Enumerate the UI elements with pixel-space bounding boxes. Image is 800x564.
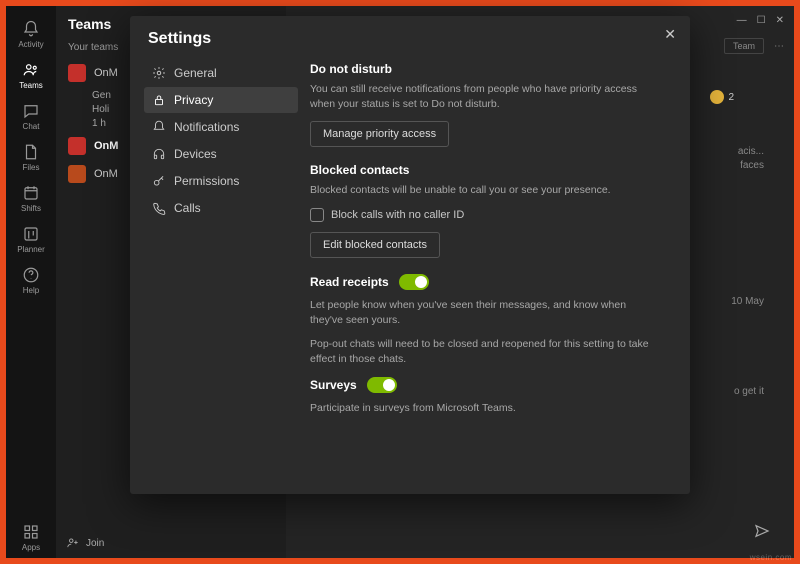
nav-label: General bbox=[174, 66, 217, 80]
dnd-desc: You can still receive notifications from… bbox=[310, 82, 650, 111]
chat-date: 10 May bbox=[731, 296, 764, 307]
settings-title: Settings bbox=[144, 30, 298, 48]
team-avatar bbox=[68, 165, 86, 183]
rail-files[interactable]: Files bbox=[22, 143, 40, 172]
nav-label: Privacy bbox=[174, 93, 213, 107]
bell-icon bbox=[152, 120, 166, 134]
read-desc-1: Let people know when you've seen their m… bbox=[310, 298, 650, 327]
app-rail: Activity Teams Chat Files Shifts Planner… bbox=[6, 6, 56, 558]
nav-label: Devices bbox=[174, 147, 217, 161]
team-avatar bbox=[68, 137, 86, 155]
close-window-icon[interactable]: ✕ bbox=[776, 15, 784, 26]
chat-text: o get it bbox=[734, 386, 764, 397]
people-add-icon bbox=[66, 536, 80, 550]
send-icon[interactable] bbox=[754, 523, 770, 542]
settings-body: Do not disturb You can still receive not… bbox=[306, 16, 690, 494]
phone-icon bbox=[152, 201, 166, 215]
nav-permissions[interactable]: Permissions bbox=[144, 168, 298, 194]
chat-icon bbox=[22, 102, 40, 120]
files-icon bbox=[22, 143, 40, 161]
blocked-title: Blocked contacts bbox=[310, 163, 660, 177]
planner-icon bbox=[22, 225, 40, 243]
block-no-caller-id-checkbox[interactable]: Block calls with no caller ID bbox=[310, 208, 660, 222]
chat-text: faces bbox=[740, 160, 764, 171]
surveys-title: Surveys bbox=[310, 378, 357, 392]
nav-privacy[interactable]: Privacy bbox=[144, 87, 298, 113]
checkbox-icon bbox=[310, 208, 324, 222]
nav-label: Permissions bbox=[174, 174, 239, 188]
watermark: wsein.com bbox=[750, 553, 792, 562]
people-icon bbox=[22, 61, 40, 79]
headphones-icon bbox=[152, 147, 166, 161]
surveys-desc: Participate in surveys from Microsoft Te… bbox=[310, 401, 650, 416]
team-avatar bbox=[68, 64, 86, 82]
chat-text: acis... bbox=[738, 146, 764, 157]
nav-label: Calls bbox=[174, 201, 201, 215]
apps-icon bbox=[22, 523, 40, 541]
nav-general[interactable]: General bbox=[144, 60, 298, 86]
settings-modal: ✕ Settings General Privacy Notifications… bbox=[130, 16, 690, 494]
nav-devices[interactable]: Devices bbox=[144, 141, 298, 167]
bell-icon bbox=[22, 20, 40, 38]
rail-activity[interactable]: Activity bbox=[18, 20, 43, 49]
rail-chat[interactable]: Chat bbox=[22, 102, 40, 131]
edit-blocked-contacts-button[interactable]: Edit blocked contacts bbox=[310, 232, 440, 258]
dnd-title: Do not disturb bbox=[310, 62, 660, 76]
window-controls: ― ☐ ✕ bbox=[734, 6, 794, 34]
lock-icon bbox=[152, 93, 166, 107]
close-icon[interactable]: ✕ bbox=[664, 26, 676, 43]
help-icon bbox=[22, 266, 40, 284]
presence-badge bbox=[710, 90, 724, 104]
rail-planner[interactable]: Planner bbox=[17, 225, 45, 254]
manage-priority-access-button[interactable]: Manage priority access bbox=[310, 121, 449, 147]
nav-calls[interactable]: Calls bbox=[144, 195, 298, 221]
gear-icon bbox=[152, 66, 166, 80]
blocked-desc: Blocked contacts will be unable to call … bbox=[310, 183, 650, 198]
minimize-icon[interactable]: ― bbox=[737, 15, 747, 26]
key-icon bbox=[152, 174, 166, 188]
join-create-team[interactable]: Join bbox=[66, 536, 104, 550]
team-button[interactable]: Team bbox=[724, 38, 764, 54]
nav-label: Notifications bbox=[174, 120, 239, 134]
nav-notifications[interactable]: Notifications bbox=[144, 114, 298, 140]
maximize-icon[interactable]: ☐ bbox=[757, 15, 766, 26]
read-receipts-toggle[interactable] bbox=[399, 274, 429, 290]
badge-count: 2 bbox=[728, 92, 734, 103]
calendar-icon bbox=[22, 184, 40, 202]
more-icon[interactable]: ⋯ bbox=[774, 41, 784, 52]
read-receipts-title: Read receipts bbox=[310, 275, 389, 289]
surveys-toggle[interactable] bbox=[367, 377, 397, 393]
read-desc-2: Pop-out chats will need to be closed and… bbox=[310, 337, 650, 366]
rail-teams[interactable]: Teams bbox=[19, 61, 43, 90]
rail-help[interactable]: Help bbox=[22, 266, 40, 295]
checkbox-label: Block calls with no caller ID bbox=[331, 209, 464, 221]
rail-apps[interactable]: Apps bbox=[22, 523, 40, 552]
rail-shifts[interactable]: Shifts bbox=[21, 184, 41, 213]
settings-nav: Settings General Privacy Notifications D… bbox=[130, 16, 306, 494]
